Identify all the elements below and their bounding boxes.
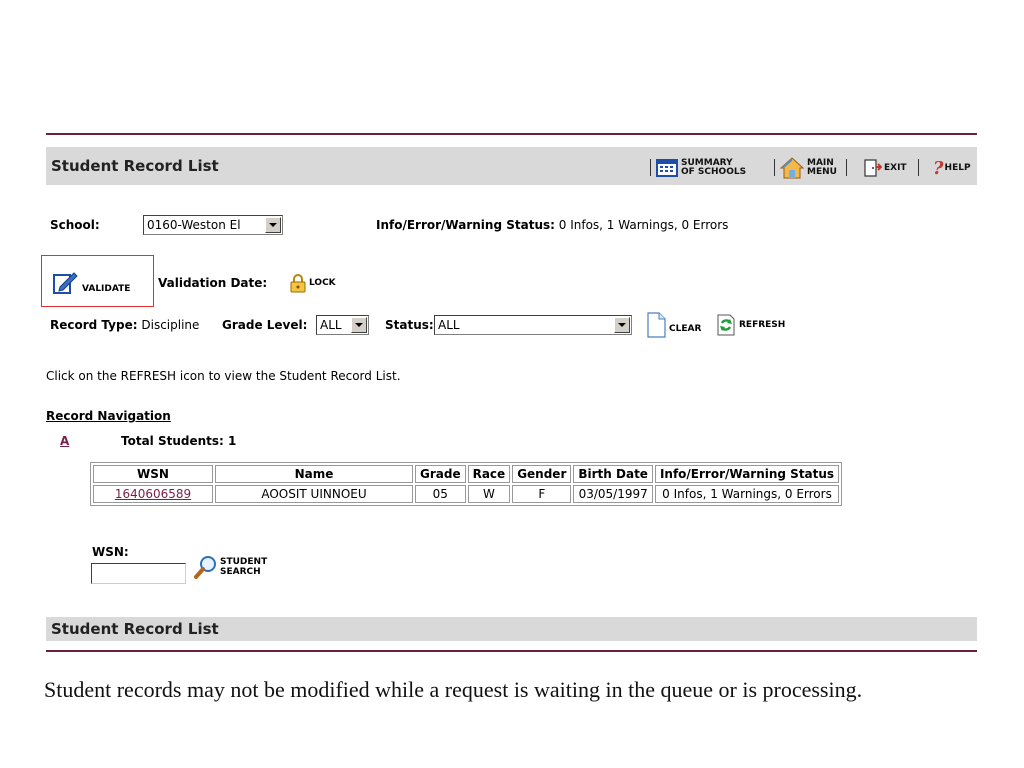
column-header: Grade <box>415 465 466 483</box>
record-type-value: Discipline <box>141 318 200 332</box>
validate-button[interactable]: VALIDATE <box>41 255 154 307</box>
grade-level-value: ALL <box>320 318 342 332</box>
footer-title: Student Record List <box>51 620 219 638</box>
dropdown-arrow-icon <box>614 317 630 333</box>
blank-page-icon <box>647 312 666 338</box>
home-icon <box>779 157 805 179</box>
wsn-cell[interactable]: 1640606589 <box>93 485 213 503</box>
footer-bar: Student Record List <box>46 617 977 641</box>
summary-of-schools-button[interactable]: SUMMARY OF SCHOOLS <box>656 155 746 181</box>
status-filter-label: Status: <box>385 318 434 332</box>
total-students: Total Students: 1 <box>121 434 237 448</box>
grade-cell: 05 <box>415 485 466 503</box>
school-label: School: <box>50 218 100 232</box>
question-mark-icon: ? <box>933 157 944 179</box>
column-header: Name <box>215 465 413 483</box>
lock-icon <box>290 274 306 293</box>
student-search-button[interactable]: STUDENT SEARCH <box>193 553 267 581</box>
toolbar-separator <box>846 159 847 176</box>
table-header-row: WSN Name Grade Race Gender Birth Date In… <box>93 465 840 483</box>
magnifier-icon <box>194 556 216 579</box>
status-summary-label: Info/Error/Warning Status: <box>376 218 555 232</box>
dropdown-arrow-icon <box>265 217 281 233</box>
school-select[interactable]: 0160-Weston El <box>143 215 283 235</box>
lock-label: LOCK <box>309 278 336 288</box>
column-header: Race <box>467 465 511 483</box>
footnote-text: Student records may not be modified whil… <box>44 677 863 702</box>
student-search-label-line1: STUDENT <box>220 557 268 567</box>
clear-button[interactable]: CLEAR <box>646 312 701 338</box>
top-rule <box>46 133 977 135</box>
student-search-label-line2: SEARCH <box>220 567 261 577</box>
column-header: Birth Date <box>573 465 653 483</box>
refresh-label: REFRESH <box>739 320 786 330</box>
exit-door-icon <box>864 159 882 177</box>
status-cell: 0 Infos, 1 Warnings, 0 Errors <box>654 485 840 503</box>
wsn-search-input[interactable] <box>91 563 186 584</box>
dropdown-arrow-icon <box>351 317 367 333</box>
status-summary: Info/Error/Warning Status: 0 Infos, 1 Wa… <box>376 218 728 232</box>
race-cell: W <box>467 485 511 503</box>
instruction-text: Click on the REFRESH icon to view the St… <box>46 369 401 383</box>
header-bar: Student Record List SUMMARY OF SCHOOLS MA… <box>46 147 977 185</box>
birth-date-cell: 03/05/1997 <box>573 485 653 503</box>
column-header: Gender <box>512 465 572 483</box>
validate-pencil-icon <box>53 272 78 294</box>
status-summary-value: 0 Infos, 1 Warnings, 0 Errors <box>558 218 729 232</box>
help-label: HELP <box>944 162 971 173</box>
bottom-rule <box>46 650 977 652</box>
clear-label: CLEAR <box>669 324 702 334</box>
grid-icon <box>656 159 678 177</box>
grade-level-label: Grade Level: <box>222 318 308 332</box>
exit-label: EXIT <box>884 162 907 173</box>
toolbar-separator <box>650 159 651 176</box>
main-menu-button[interactable]: MAIN MENU <box>779 155 837 181</box>
column-header: Info/Error/Warning Status <box>654 465 840 483</box>
page-title: Student Record List <box>51 157 219 175</box>
name-cell: AOOSIT UINNOEU <box>215 485 413 503</box>
record-navigation-link[interactable]: Record Navigation <box>46 409 171 423</box>
status-filter-select[interactable]: ALL <box>434 315 632 335</box>
refresh-button[interactable]: REFRESH <box>716 313 785 337</box>
grade-level-select[interactable]: ALL <box>316 315 369 335</box>
wsn-link[interactable]: 1640606589 <box>115 487 191 501</box>
lock-button[interactable]: LOCK <box>289 272 336 294</box>
main-menu-label-line2: MENU <box>807 167 837 177</box>
school-select-value: 0160-Weston El <box>147 218 241 232</box>
record-type: Record Type: Discipline <box>50 318 199 332</box>
student-table: WSN Name Grade Race Gender Birth Date In… <box>90 462 843 506</box>
validate-label: VALIDATE <box>82 284 131 294</box>
column-header: WSN <box>93 465 213 483</box>
refresh-icon <box>717 314 735 336</box>
gender-cell: F <box>512 485 572 503</box>
summary-label-line2: OF SCHOOLS <box>681 167 747 177</box>
status-filter-value: ALL <box>438 318 460 332</box>
help-button[interactable]: ? HELP <box>933 155 971 181</box>
wsn-search-label: WSN: <box>92 545 129 559</box>
toolbar-separator <box>774 159 775 176</box>
nav-letter-a-link[interactable]: A <box>60 434 69 448</box>
validation-date-label: Validation Date: <box>158 276 268 290</box>
exit-button[interactable]: EXIT <box>862 155 907 181</box>
record-type-label: Record Type: <box>50 318 138 332</box>
table-row: 1640606589 AOOSIT UINNOEU 05 W F 03/05/1… <box>93 485 840 503</box>
toolbar-separator <box>918 159 919 176</box>
